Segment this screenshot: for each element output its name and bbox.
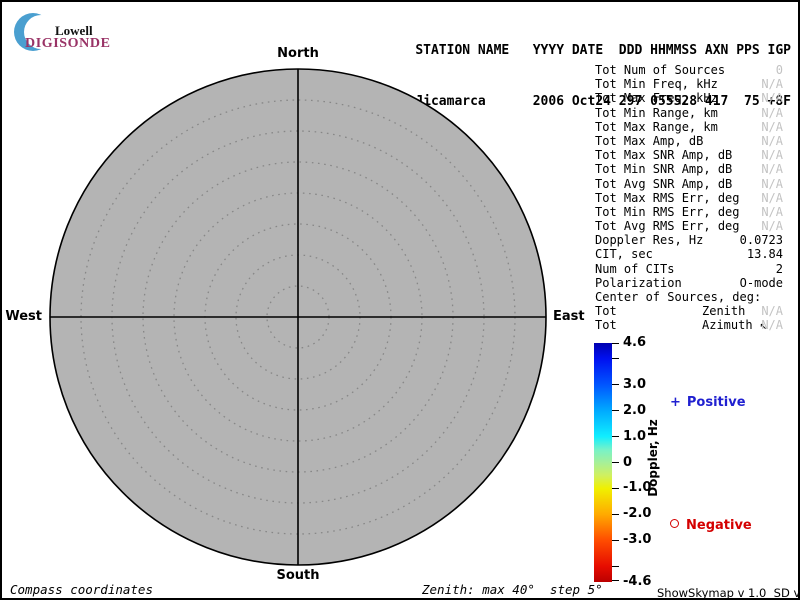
stat-row: CIT, sec 13.84 bbox=[595, 247, 783, 261]
stat-value: N/A bbox=[761, 91, 783, 105]
stat-row: Polarization O-mode bbox=[595, 276, 783, 290]
compass-label-east: East bbox=[553, 309, 585, 324]
stat-value: O-mode bbox=[740, 276, 783, 290]
stat-value: N/A bbox=[761, 205, 783, 219]
stat-label: Tot Max Range, km bbox=[595, 120, 718, 134]
stat-value: N/A bbox=[761, 106, 783, 120]
stat-row: Tot Avg RMS Err, deg N/A bbox=[595, 219, 783, 233]
stats-panel: Tot Num of Sources0Tot Min Freq, kHzN/AT… bbox=[595, 63, 783, 333]
legend-negative: Negative bbox=[670, 518, 752, 533]
colorbar-tick bbox=[612, 410, 619, 411]
colorbar-tick bbox=[612, 462, 619, 463]
stat-label: Num of CITs bbox=[595, 262, 674, 276]
stat-sublabel: Azimuth ↖ bbox=[702, 318, 767, 332]
stat-row: Tot Min Freq, kHz N/A bbox=[595, 77, 783, 91]
stat-row: Tot Azimuth ↖N/A bbox=[595, 318, 783, 332]
stat-value: N/A bbox=[761, 177, 783, 191]
stat-value: N/A bbox=[761, 162, 783, 176]
compass-label-south: South bbox=[276, 568, 319, 583]
colorbar-tick bbox=[612, 566, 619, 567]
colorbar-tick-label: 0 bbox=[623, 455, 667, 470]
logo-digisonde-text: DIGISONDE bbox=[25, 36, 111, 52]
stat-label: Tot bbox=[595, 304, 617, 318]
circle-marker-icon bbox=[670, 519, 679, 528]
stat-value: N/A bbox=[761, 318, 783, 332]
compass-label-north: North bbox=[277, 46, 319, 61]
stat-value: N/A bbox=[761, 304, 783, 318]
stat-value: 2 bbox=[776, 262, 783, 276]
stat-row: Num of CITs 2 bbox=[595, 262, 783, 276]
colorbar-tick bbox=[612, 343, 619, 344]
colorbar-tick-label: 3.0 bbox=[623, 377, 667, 392]
colorbar-tick bbox=[612, 358, 619, 359]
stat-value: N/A bbox=[761, 77, 783, 91]
colorbar-tick bbox=[612, 514, 619, 515]
colorbar-tick-label: -3.0 bbox=[623, 532, 667, 547]
colorbar-tick-label: -1.0 bbox=[623, 480, 667, 495]
colorbar-tick bbox=[612, 436, 619, 437]
stat-label: Tot Min Freq, kHz bbox=[595, 77, 718, 91]
stat-label: Tot Num of Sources bbox=[595, 63, 725, 77]
stat-value: 0.0723 bbox=[740, 233, 783, 247]
stat-value: N/A bbox=[761, 120, 783, 134]
colorbar-tick bbox=[612, 488, 619, 489]
stat-sublabel: Zenith bbox=[702, 304, 745, 318]
stat-row: Tot Min SNR Amp, dB N/A bbox=[595, 162, 783, 176]
legend-positive-label: Positive bbox=[687, 395, 746, 410]
stat-row: Tot Zenith N/A bbox=[595, 304, 783, 318]
stat-value: N/A bbox=[761, 191, 783, 205]
colorbar-tick-label: -2.0 bbox=[623, 506, 667, 521]
plus-marker-icon: + bbox=[670, 395, 681, 410]
showskymap-window: Lowell DIGISONDE STATION NAME YYYY DATE … bbox=[0, 0, 800, 600]
stat-label: Tot Avg SNR Amp, dB bbox=[595, 177, 732, 191]
colorbar-tick-label: 1.0 bbox=[623, 429, 667, 444]
stat-row: Doppler Res, Hz 0.0723 bbox=[595, 233, 783, 247]
legend-negative-label: Negative bbox=[686, 518, 752, 533]
compass-label-west: West bbox=[5, 309, 42, 324]
colorbar-tick bbox=[612, 580, 619, 581]
colorbar-title: Doppler, Hz bbox=[646, 418, 660, 498]
stat-label: Tot Max Amp, dB bbox=[595, 134, 703, 148]
colorbar-tick bbox=[612, 540, 619, 541]
stat-label: Polarization bbox=[595, 276, 682, 290]
lowell-digisonde-logo: Lowell DIGISONDE bbox=[8, 6, 178, 66]
stat-row: Tot Min RMS Err, deg N/A bbox=[595, 205, 783, 219]
stat-value: N/A bbox=[761, 148, 783, 162]
station-header-columns: STATION NAME YYYY DATE DDD HHMMSS AXN PP… bbox=[415, 42, 791, 59]
coordinate-system-label: Compass coordinates bbox=[10, 582, 153, 597]
stat-row: Tot Max RMS Err, deg N/A bbox=[595, 191, 783, 205]
stat-row: Tot Max Amp, dB N/A bbox=[595, 134, 783, 148]
colorbar-tick bbox=[612, 384, 619, 385]
stat-value: 13.84 bbox=[747, 247, 783, 261]
stat-row: Tot Max Freq, kHz N/A bbox=[595, 91, 783, 105]
stat-label: Tot Max SNR Amp, dB bbox=[595, 148, 732, 162]
zenith-range-label: Zenith: max 40° step 5° bbox=[422, 582, 603, 597]
stat-label: Tot Min Range, km bbox=[595, 106, 718, 120]
stat-row: Tot Max SNR Amp, dB N/A bbox=[595, 148, 783, 162]
stat-label: Doppler Res, Hz bbox=[595, 233, 703, 247]
stat-value: 0 bbox=[776, 63, 783, 77]
colorbar-gradient bbox=[594, 343, 612, 582]
stat-label: Tot bbox=[595, 318, 617, 332]
stat-label: Tot Max RMS Err, deg bbox=[595, 191, 740, 205]
stat-row: Tot Max Range, km N/A bbox=[595, 120, 783, 134]
stat-label: Center of Sources, deg: bbox=[595, 290, 761, 304]
colorbar-tick-label: 4.6 bbox=[623, 335, 667, 350]
stat-label: Tot Min RMS Err, deg bbox=[595, 205, 740, 219]
stat-value: N/A bbox=[761, 134, 783, 148]
skymap-plot bbox=[48, 67, 548, 567]
legend-positive: + Positive bbox=[670, 395, 746, 410]
stat-label: Tot Avg RMS Err, deg bbox=[595, 219, 740, 233]
colorbar-tick-label: 2.0 bbox=[623, 403, 667, 418]
stat-row: Tot Num of Sources 0 bbox=[595, 63, 783, 77]
stat-row: Tot Avg SNR Amp, dB N/A bbox=[595, 177, 783, 191]
stat-label: Tot Min SNR Amp, dB bbox=[595, 162, 732, 176]
stat-value: N/A bbox=[761, 219, 783, 233]
stat-label: Tot Max Freq, kHz bbox=[595, 91, 718, 105]
version-label: ShowSkymap v 1.0 SD v 4.2 bbox=[657, 586, 800, 600]
stat-label: CIT, sec bbox=[595, 247, 653, 261]
stat-row: Tot Min Range, km N/A bbox=[595, 106, 783, 120]
stat-row: Center of Sources, deg: bbox=[595, 290, 783, 304]
